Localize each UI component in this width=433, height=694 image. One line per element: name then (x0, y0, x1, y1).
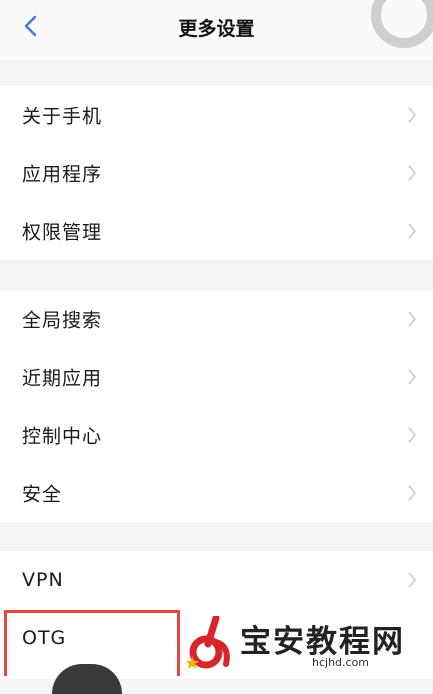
settings-item-label: 关于手机 (22, 105, 103, 128)
chevron-right-icon (408, 223, 417, 239)
chevron-right-icon (408, 427, 417, 443)
settings-item-label: 安全 (22, 483, 63, 506)
settings-item-label: 近期应用 (22, 367, 103, 390)
settings-item-recent-apps[interactable]: 近期应用 (0, 348, 433, 406)
settings-item-label: 应用程序 (22, 163, 103, 186)
settings-group-2: 全局搜索 近期应用 控制中心 安全 (0, 290, 433, 522)
settings-item-control-center[interactable]: 控制中心 (0, 406, 433, 464)
settings-item-vpn[interactable]: VPN (0, 551, 433, 609)
top-bar: 更多设置 (0, 0, 433, 60)
chevron-right-icon (408, 165, 417, 181)
watermark-title: 宝安教程网 (240, 624, 405, 660)
settings-item-security[interactable]: 安全 (0, 464, 433, 522)
settings-item-about-phone[interactable]: 关于手机 (0, 86, 433, 144)
settings-item-label: 全局搜索 (22, 309, 103, 332)
settings-item-label: 权限管理 (22, 221, 103, 244)
settings-item-permissions[interactable]: 权限管理 (0, 202, 433, 260)
settings-item-global-search[interactable]: 全局搜索 (0, 290, 433, 348)
watermark: 宝安教程网 hcjhd.com (182, 608, 433, 676)
chevron-right-icon (408, 485, 417, 501)
chevron-right-icon (408, 107, 417, 123)
watermark-url: hcjhd.com (312, 656, 370, 669)
site-logo-icon (186, 616, 230, 669)
settings-item-label: VPN (22, 569, 64, 591)
chevron-right-icon (408, 311, 417, 327)
floating-ball-icon[interactable] (367, 0, 433, 52)
settings-item-apps[interactable]: 应用程序 (0, 144, 433, 202)
chevron-right-icon (408, 572, 417, 588)
settings-item-label: 控制中心 (22, 425, 103, 448)
chevron-right-icon (408, 369, 417, 385)
settings-group-1: 关于手机 应用程序 权限管理 (0, 86, 433, 260)
